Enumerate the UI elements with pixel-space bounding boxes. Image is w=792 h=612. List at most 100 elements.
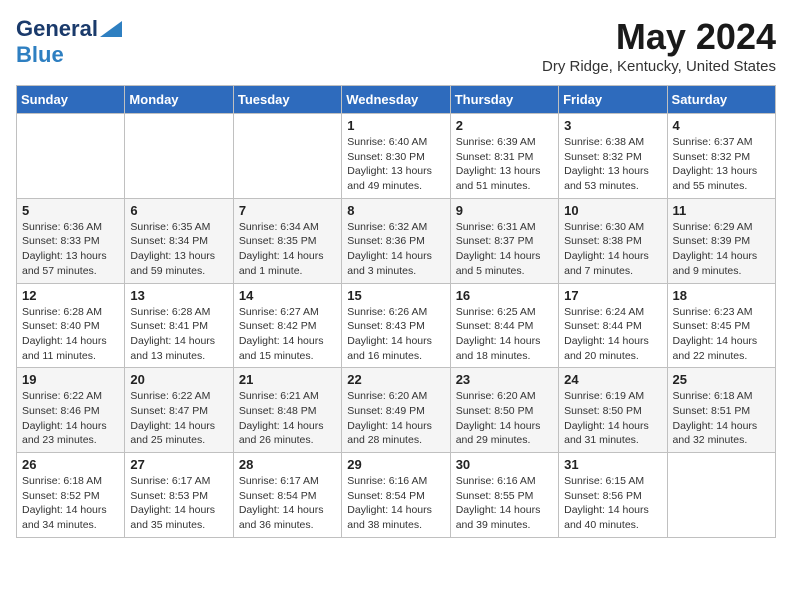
day-number: 16 [456,288,553,303]
calendar-week-row: 26 Sunrise: 6:18 AMSunset: 8:52 PMDayligh… [17,453,776,538]
day-number: 8 [347,203,444,218]
day-number: 31 [564,457,661,472]
day-of-week-header: Friday [559,86,667,114]
calendar-cell: 31 Sunrise: 6:15 AMSunset: 8:56 PMDayligh… [559,453,667,538]
day-number: 20 [130,372,227,387]
logo-general: General [16,16,98,42]
day-number: 28 [239,457,336,472]
day-info: Sunrise: 6:31 AMSunset: 8:37 PMDaylight:… [456,220,553,279]
calendar-cell: 5 Sunrise: 6:36 AMSunset: 8:33 PMDaylight… [17,198,125,283]
day-number: 5 [22,203,119,218]
day-number: 3 [564,118,661,133]
calendar-week-row: 1 Sunrise: 6:40 AMSunset: 8:30 PMDaylight… [17,114,776,199]
calendar-week-row: 19 Sunrise: 6:22 AMSunset: 8:46 PMDayligh… [17,368,776,453]
calendar-cell: 23Sunrise: 6:20 AMSunset: 8:50 PMDayligh… [450,368,558,453]
logo-icon [100,21,122,37]
calendar-cell [125,114,233,199]
title-block: May 2024 Dry Ridge, Kentucky, United Sta… [542,16,776,75]
calendar-header-row: SundayMondayTuesdayWednesdayThursdayFrid… [17,86,776,114]
day-info: Sunrise: 6:36 AMSunset: 8:33 PMDaylight:… [22,220,119,279]
calendar-cell: 28 Sunrise: 6:17 AMSunset: 8:54 PMDayligh… [233,453,341,538]
calendar-cell: 26 Sunrise: 6:18 AMSunset: 8:52 PMDayligh… [17,453,125,538]
day-info: Sunrise: 6:30 AMSunset: 8:38 PMDaylight:… [564,220,661,279]
day-info: Sunrise: 6:20 AMSunset: 8:50 PMDaylight:… [456,389,553,448]
day-number: 4 [673,118,770,133]
day-info: Sunrise: 6:17 AMSunset: 8:54 PMDaylight:… [239,474,336,533]
day-number: 30 [456,457,553,472]
calendar-cell: 19 Sunrise: 6:22 AMSunset: 8:46 PMDayligh… [17,368,125,453]
calendar-cell: 2 Sunrise: 6:39 AMSunset: 8:31 PMDaylight… [450,114,558,199]
calendar-cell [667,453,775,538]
month-title: May 2024 [542,16,776,58]
day-number: 19 [22,372,119,387]
calendar-cell: 18Sunrise: 6:23 AMSunset: 8:45 PMDayligh… [667,283,775,368]
day-info: Sunrise: 6:39 AMSunset: 8:31 PMDaylight:… [456,135,553,194]
calendar-cell: 15Sunrise: 6:26 AMSunset: 8:43 PMDayligh… [342,283,450,368]
day-number: 13 [130,288,227,303]
day-info: Sunrise: 6:27 AMSunset: 8:42 PMDaylight:… [239,305,336,364]
day-info: Sunrise: 6:20 AMSunset: 8:49 PMDaylight:… [347,389,444,448]
day-info: Sunrise: 6:28 AMSunset: 8:40 PMDaylight:… [22,305,119,364]
day-number: 29 [347,457,444,472]
day-number: 24 [564,372,661,387]
day-number: 6 [130,203,227,218]
day-number: 18 [673,288,770,303]
calendar-cell [17,114,125,199]
day-info: Sunrise: 6:16 AMSunset: 8:55 PMDaylight:… [456,474,553,533]
day-number: 9 [456,203,553,218]
day-number: 1 [347,118,444,133]
calendar-cell: 10 Sunrise: 6:30 AMSunset: 8:38 PMDayligh… [559,198,667,283]
day-of-week-header: Tuesday [233,86,341,114]
calendar-cell: 20Sunrise: 6:22 AMSunset: 8:47 PMDayligh… [125,368,233,453]
day-of-week-header: Wednesday [342,86,450,114]
calendar-cell: 17 Sunrise: 6:24 AMSunset: 8:44 PMDayligh… [559,283,667,368]
day-info: Sunrise: 6:18 AMSunset: 8:51 PMDaylight:… [673,389,770,448]
day-number: 17 [564,288,661,303]
calendar-cell: 6Sunrise: 6:35 AMSunset: 8:34 PMDaylight… [125,198,233,283]
calendar-cell: 24Sunrise: 6:19 AMSunset: 8:50 PMDayligh… [559,368,667,453]
calendar-week-row: 5 Sunrise: 6:36 AMSunset: 8:33 PMDaylight… [17,198,776,283]
day-info: Sunrise: 6:37 AMSunset: 8:32 PMDaylight:… [673,135,770,194]
day-number: 26 [22,457,119,472]
day-info: Sunrise: 6:15 AMSunset: 8:56 PMDaylight:… [564,474,661,533]
calendar-cell: 16 Sunrise: 6:25 AMSunset: 8:44 PMDayligh… [450,283,558,368]
calendar-cell [233,114,341,199]
calendar-cell: 29 Sunrise: 6:16 AMSunset: 8:54 PMDayligh… [342,453,450,538]
logo: General Blue [16,16,122,68]
calendar-cell: 21Sunrise: 6:21 AMSunset: 8:48 PMDayligh… [233,368,341,453]
day-info: Sunrise: 6:25 AMSunset: 8:44 PMDaylight:… [456,305,553,364]
day-number: 12 [22,288,119,303]
day-info: Sunrise: 6:22 AMSunset: 8:46 PMDaylight:… [22,389,119,448]
day-info: Sunrise: 6:24 AMSunset: 8:44 PMDaylight:… [564,305,661,364]
day-number: 2 [456,118,553,133]
calendar-cell: 8Sunrise: 6:32 AMSunset: 8:36 PMDaylight… [342,198,450,283]
day-of-week-header: Saturday [667,86,775,114]
logo-blue: Blue [16,42,64,67]
day-number: 25 [673,372,770,387]
page-header: General Blue May 2024 Dry Ridge, Kentuck… [16,16,776,75]
day-info: Sunrise: 6:16 AMSunset: 8:54 PMDaylight:… [347,474,444,533]
calendar-cell: 4 Sunrise: 6:37 AMSunset: 8:32 PMDaylight… [667,114,775,199]
day-info: Sunrise: 6:28 AMSunset: 8:41 PMDaylight:… [130,305,227,364]
calendar-cell: 7Sunrise: 6:34 AMSunset: 8:35 PMDaylight… [233,198,341,283]
day-info: Sunrise: 6:29 AMSunset: 8:39 PMDaylight:… [673,220,770,279]
calendar-cell: 30 Sunrise: 6:16 AMSunset: 8:55 PMDayligh… [450,453,558,538]
day-of-week-header: Thursday [450,86,558,114]
calendar-week-row: 12 Sunrise: 6:28 AMSunset: 8:40 PMDayligh… [17,283,776,368]
calendar-cell: 27Sunrise: 6:17 AMSunset: 8:53 PMDayligh… [125,453,233,538]
calendar-cell: 22Sunrise: 6:20 AMSunset: 8:49 PMDayligh… [342,368,450,453]
day-info: Sunrise: 6:40 AMSunset: 8:30 PMDaylight:… [347,135,444,194]
calendar-table: SundayMondayTuesdayWednesdayThursdayFrid… [16,85,776,538]
calendar-cell: 1 Sunrise: 6:40 AMSunset: 8:30 PMDaylight… [342,114,450,199]
day-info: Sunrise: 6:17 AMSunset: 8:53 PMDaylight:… [130,474,227,533]
calendar-cell: 12 Sunrise: 6:28 AMSunset: 8:40 PMDayligh… [17,283,125,368]
day-of-week-header: Monday [125,86,233,114]
day-of-week-header: Sunday [17,86,125,114]
day-number: 10 [564,203,661,218]
day-info: Sunrise: 6:18 AMSunset: 8:52 PMDaylight:… [22,474,119,533]
day-number: 11 [673,203,770,218]
day-number: 14 [239,288,336,303]
day-info: Sunrise: 6:34 AMSunset: 8:35 PMDaylight:… [239,220,336,279]
day-number: 15 [347,288,444,303]
calendar-cell: 25 Sunrise: 6:18 AMSunset: 8:51 PMDayligh… [667,368,775,453]
